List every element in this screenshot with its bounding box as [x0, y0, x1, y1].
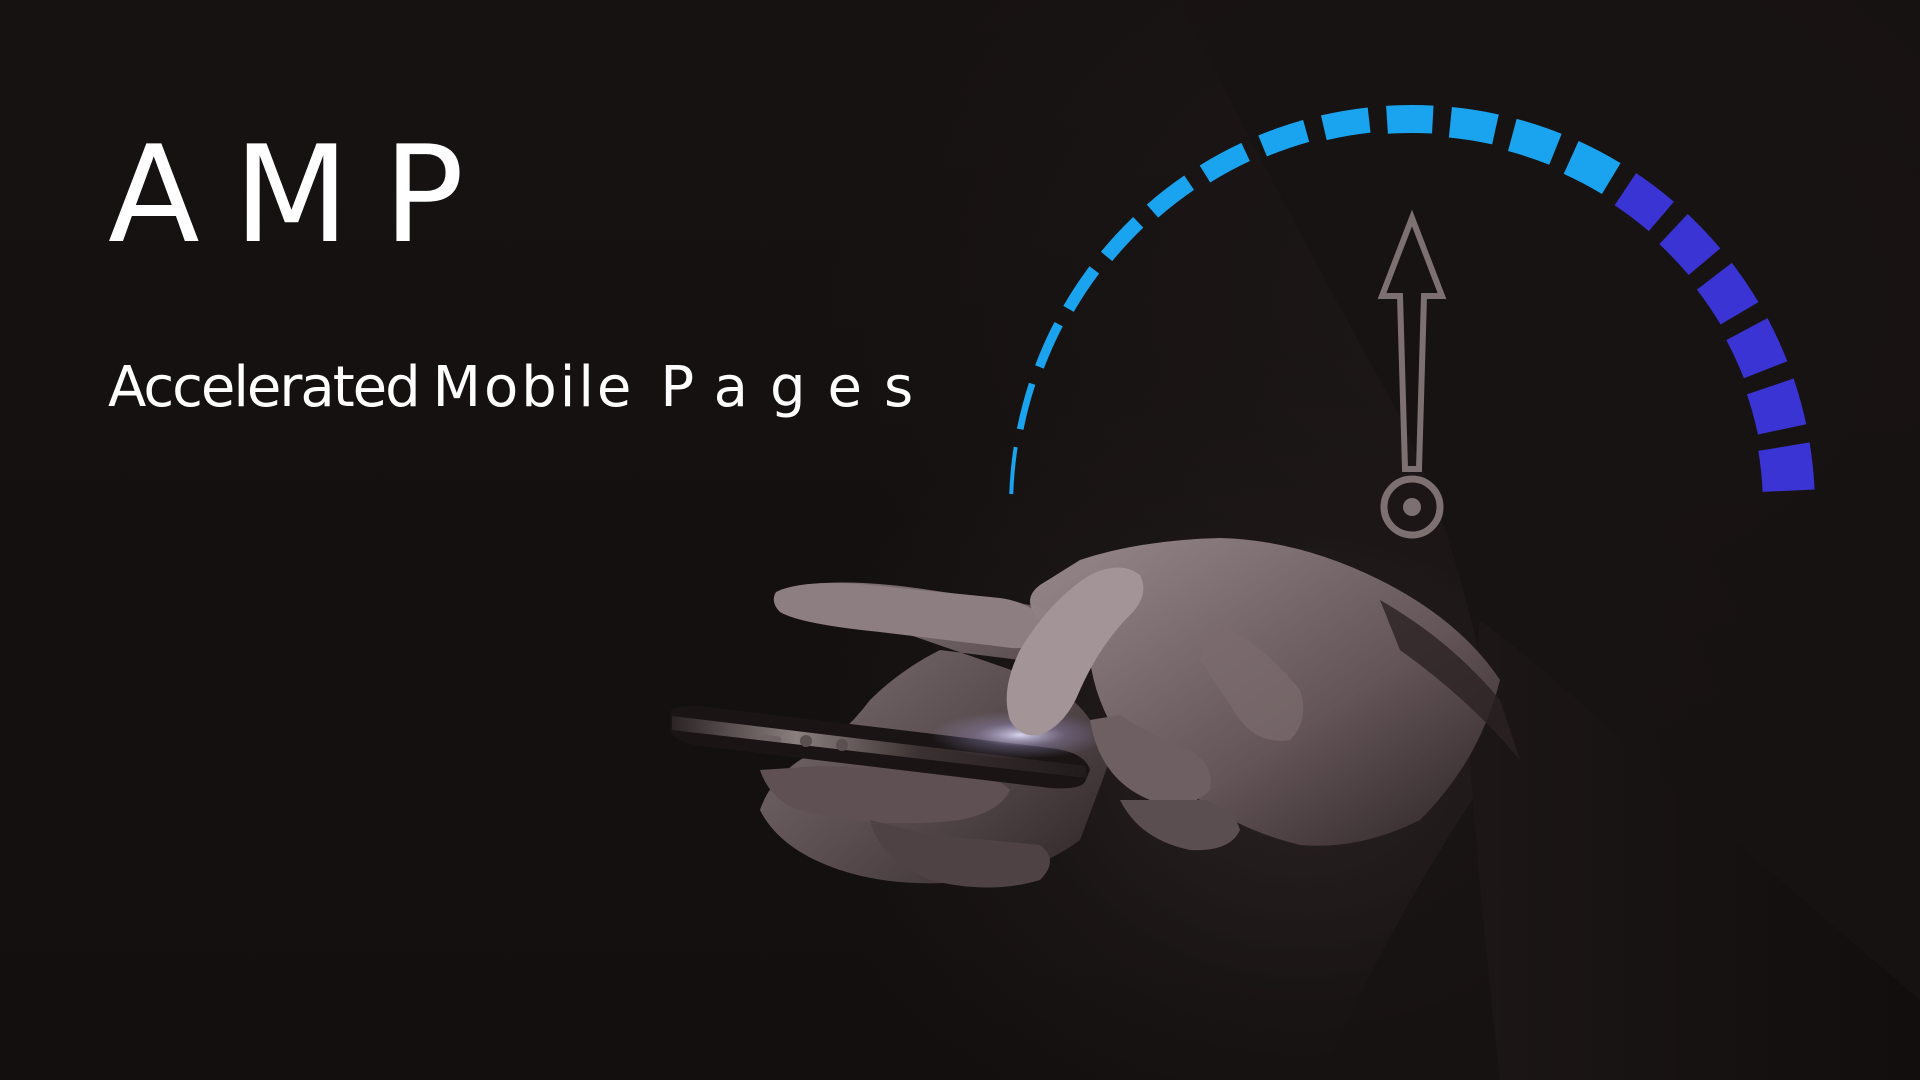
- page-title: AMP: [108, 117, 499, 273]
- gauge-segment: [1614, 173, 1674, 232]
- gauge-segment: [1726, 318, 1788, 379]
- gauge-segment: [1508, 118, 1562, 165]
- gauge-segment: [1696, 262, 1759, 325]
- gauge-segment: [1320, 107, 1371, 141]
- gauge-segment: [1199, 142, 1250, 183]
- page-subtitle: Accelerated Mobile Pages: [108, 360, 935, 416]
- gauge-segment: [1258, 119, 1310, 157]
- gauge-segment: [1009, 446, 1018, 495]
- gauge-segment: [1100, 217, 1144, 262]
- needle-shaft: [1377, 209, 1447, 472]
- subtitle-word-accelerated: Accelerated: [108, 355, 421, 420]
- gauge-segment: [1758, 442, 1815, 492]
- gauge-segment: [1063, 266, 1100, 312]
- gauge-segment: [1563, 141, 1621, 194]
- gauge-segment: [1146, 175, 1195, 218]
- gauge-segments: [1009, 105, 1815, 495]
- gauge-segment: [1448, 106, 1499, 145]
- subtitle-word-mobile: Mobile: [432, 355, 635, 420]
- amp-banner: AMP Accelerated Mobile Pages: [0, 0, 1920, 1080]
- gauge-segment: [1035, 322, 1063, 369]
- subtitle-word-pages: Pages: [660, 355, 936, 420]
- gauge-segment: [1659, 214, 1721, 276]
- needle-pivot-dot: [1403, 498, 1421, 516]
- gauge-segment: [1746, 378, 1807, 435]
- gauge-needle-icon: [1377, 209, 1447, 539]
- gauge-segment: [1016, 382, 1036, 430]
- gauge-segment: [1386, 105, 1434, 134]
